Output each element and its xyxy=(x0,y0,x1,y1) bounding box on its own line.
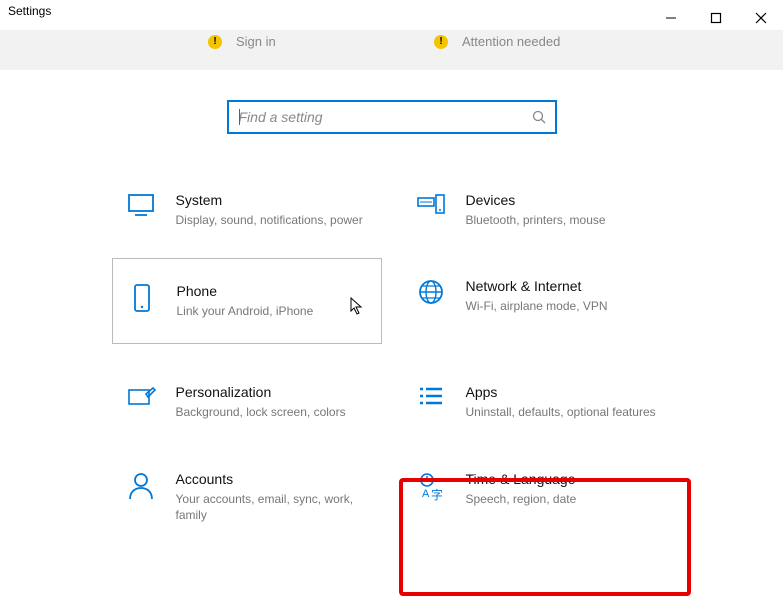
tile-devices[interactable]: Devices Bluetooth, printers, mouse xyxy=(402,182,672,238)
header-band: ! Sign in ! Attention needed xyxy=(0,30,783,70)
warning-icon: ! xyxy=(434,35,448,49)
settings-grid: System Display, sound, notifications, po… xyxy=(112,182,672,533)
titlebar: Settings xyxy=(0,0,783,30)
tile-system[interactable]: System Display, sound, notifications, po… xyxy=(112,182,382,238)
search-icon xyxy=(531,109,547,125)
tile-title: Time & Language xyxy=(466,471,660,487)
phone-icon xyxy=(125,283,159,315)
apps-icon xyxy=(414,384,448,408)
tile-desc: Uninstall, defaults, optional features xyxy=(466,404,660,420)
minimize-button[interactable] xyxy=(648,4,693,32)
tile-time-language[interactable]: A字 Time & Language Speech, region, date xyxy=(402,461,672,533)
tile-title: Phone xyxy=(177,283,369,299)
tile-desc: Background, lock screen, colors xyxy=(176,404,370,420)
tile-title: Apps xyxy=(466,384,660,400)
status-attention[interactable]: ! Attention needed xyxy=(434,34,560,49)
accounts-icon xyxy=(124,471,158,501)
personalization-icon xyxy=(124,384,158,410)
time-language-icon: A字 xyxy=(414,471,448,501)
globe-icon xyxy=(414,278,448,306)
tile-desc: Display, sound, notifications, power xyxy=(176,212,370,228)
tile-title: Accounts xyxy=(176,471,370,487)
svg-text:A: A xyxy=(422,488,430,500)
text-caret xyxy=(239,109,240,125)
warning-icon: ! xyxy=(208,35,222,49)
tile-title: Devices xyxy=(466,192,660,208)
system-icon xyxy=(124,192,158,218)
window-title: Settings xyxy=(8,4,51,18)
tile-desc: Speech, region, date xyxy=(466,491,660,507)
devices-icon xyxy=(414,192,448,218)
status-sign-in[interactable]: ! Sign in xyxy=(208,34,276,49)
tile-desc: Bluetooth, printers, mouse xyxy=(466,212,660,228)
tile-title: Network & Internet xyxy=(466,278,660,294)
close-button[interactable] xyxy=(738,4,783,32)
search-box[interactable] xyxy=(227,100,557,134)
maximize-button[interactable] xyxy=(693,4,738,32)
tile-apps[interactable]: Apps Uninstall, defaults, optional featu… xyxy=(402,374,672,430)
tile-title: System xyxy=(176,192,370,208)
tile-personalization[interactable]: Personalization Background, lock screen,… xyxy=(112,374,382,430)
tile-network[interactable]: Network & Internet Wi-Fi, airplane mode,… xyxy=(402,268,672,344)
tile-desc: Link your Android, iPhone xyxy=(177,303,369,319)
window-controls xyxy=(648,4,783,32)
svg-text:字: 字 xyxy=(431,487,443,501)
tile-phone[interactable]: Phone Link your Android, iPhone xyxy=(112,258,382,344)
status-sign-in-label: Sign in xyxy=(236,34,276,49)
search-input[interactable] xyxy=(237,108,531,126)
status-attention-label: Attention needed xyxy=(462,34,560,49)
tile-title: Personalization xyxy=(176,384,370,400)
tile-desc: Wi-Fi, airplane mode, VPN xyxy=(466,298,660,314)
tile-desc: Your accounts, email, sync, work, family xyxy=(176,491,370,523)
tile-accounts[interactable]: Accounts Your accounts, email, sync, wor… xyxy=(112,461,382,533)
